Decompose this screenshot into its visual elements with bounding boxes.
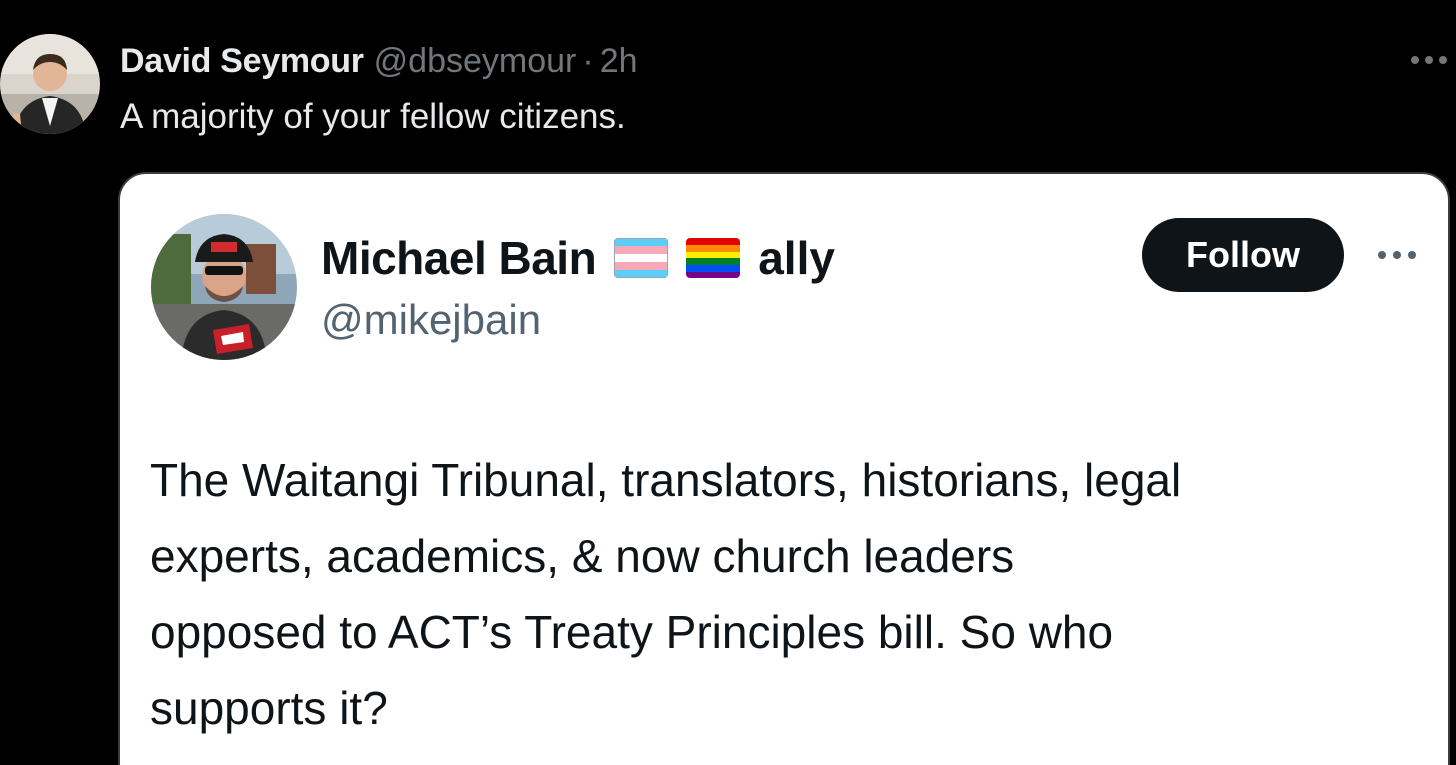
- quoted-author-handle[interactable]: @mikejbain: [321, 294, 541, 346]
- quoted-tweet-text-line: opposed to ACT’s Treaty Principles bill.…: [150, 606, 1114, 658]
- quoted-tweet-text-line: supports it?: [150, 682, 388, 734]
- quoted-author-name[interactable]: Michael Bain: [321, 231, 597, 285]
- tweet: David Seymour @dbseymour · 2h A majority…: [0, 0, 1456, 765]
- separator-dot: ·: [582, 42, 594, 80]
- profile-photo-icon: [0, 34, 100, 134]
- timestamp[interactable]: 2h: [600, 38, 638, 84]
- quoted-author-name-row: Michael Bain ally: [321, 230, 835, 286]
- more-options-icon[interactable]: [1409, 50, 1449, 70]
- quoted-tweet-text: The Waitangi Tribunal, translators, hist…: [150, 442, 1430, 746]
- tweet-text: A majority of your fellow citizens.: [120, 97, 626, 136]
- tweet-header: David Seymour @dbseymour · 2h: [120, 38, 638, 84]
- profile-photo-icon: [151, 214, 297, 360]
- quoted-tweet-card[interactable]: Michael Bain ally @mikejbain Follow The …: [118, 172, 1450, 765]
- quoted-author-name-suffix: ally: [758, 232, 835, 284]
- rainbow-flag-icon: [686, 238, 741, 278]
- author-handle[interactable]: @dbseymour: [374, 38, 577, 84]
- quoted-author-avatar[interactable]: [151, 214, 297, 360]
- more-options-icon[interactable]: [1375, 246, 1419, 264]
- follow-button[interactable]: Follow: [1142, 218, 1344, 292]
- author-avatar[interactable]: [0, 34, 100, 134]
- quoted-tweet-text-line: experts, academics, & now church leaders: [150, 530, 1015, 582]
- author-name[interactable]: David Seymour: [120, 38, 364, 84]
- transgender-flag-icon: [614, 238, 669, 278]
- quoted-tweet-text-line: The Waitangi Tribunal, translators, hist…: [150, 454, 1182, 506]
